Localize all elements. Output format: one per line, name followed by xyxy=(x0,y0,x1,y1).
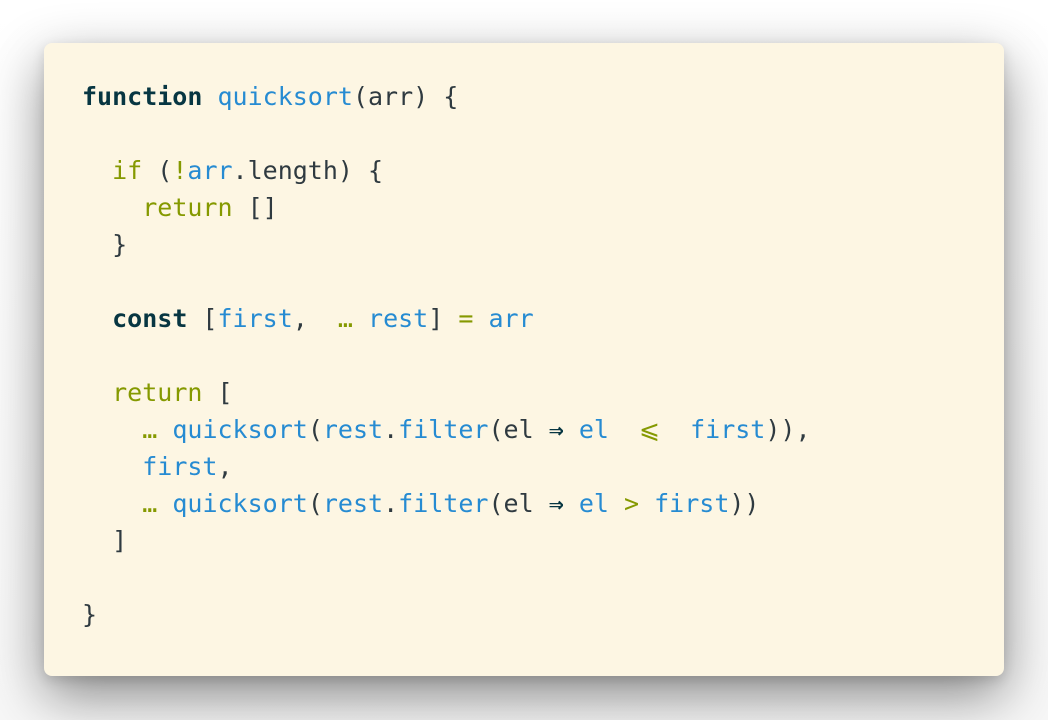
code-line: … quicksort(rest.filter(el ⇒ el > first)… xyxy=(82,485,811,522)
code-token-punc: } xyxy=(82,600,98,629)
code-line: } xyxy=(82,596,811,633)
code-token-punc: )), xyxy=(765,415,811,444)
code-token-fn: quicksort xyxy=(172,489,308,518)
code-token-keyword: const xyxy=(112,304,188,333)
code-token-keyword: ⇒ xyxy=(548,415,564,444)
code-line: return [ xyxy=(82,374,811,411)
code-token-var: first xyxy=(217,304,293,333)
code-token-op: … xyxy=(142,489,158,518)
code-token-op: = xyxy=(458,304,474,333)
code-token-keyword: ⇒ xyxy=(548,489,564,518)
code-token-var: arr xyxy=(488,304,534,333)
code-token-var: arr xyxy=(187,156,233,185)
code-token-var: first xyxy=(142,452,218,481)
code-token-op: ⩽ xyxy=(639,415,660,444)
code-line: if (!arr.length) { xyxy=(82,152,811,189)
code-token-var: rest xyxy=(368,304,429,333)
code-token-var: rest xyxy=(322,489,384,518)
code-token-keyword: function xyxy=(82,82,203,111)
code-token-var: first xyxy=(654,489,730,518)
code-line: first, xyxy=(82,448,811,485)
code-token-punc: (el xyxy=(488,489,549,518)
code-line: return [] xyxy=(82,189,811,226)
code-token-op: … xyxy=(337,304,353,333)
code-token-var: first xyxy=(690,415,766,444)
code-token-punc: ] xyxy=(428,304,459,333)
code-token-punc: [ xyxy=(202,378,233,407)
code-token-control: return xyxy=(142,193,233,222)
code-token-punc: ] xyxy=(82,526,128,555)
code-token-punc: . xyxy=(383,415,399,444)
code-token-control: if xyxy=(112,156,143,185)
code-token-op: > xyxy=(623,489,640,518)
code-token-punc: ( xyxy=(307,415,323,444)
code-token-punc: )) xyxy=(729,489,760,518)
code-token-var: el xyxy=(578,489,609,518)
page: function quicksort(arr) { if (!arr.lengt… xyxy=(0,0,1048,720)
code-line: const [first, … rest] = arr xyxy=(82,300,811,337)
code-token-punc: .length) { xyxy=(232,156,384,185)
code-token-punc: ( xyxy=(142,156,173,185)
code-line: function quicksort(arr) { xyxy=(82,78,811,115)
code-token-punc: [] xyxy=(232,193,278,222)
code-token-fn: filter xyxy=(398,415,489,444)
code-token-punc: , xyxy=(292,304,338,333)
code-line: … quicksort(rest.filter(el ⇒ el ⩽ first)… xyxy=(82,411,811,448)
code-token-op: ! xyxy=(172,156,188,185)
code-line: } xyxy=(82,226,811,263)
code-token-punc: (el xyxy=(488,415,549,444)
code-token-var: rest xyxy=(322,415,384,444)
code-token-fn: quicksort xyxy=(172,415,308,444)
code-card: function quicksort(arr) { if (!arr.lengt… xyxy=(44,43,1004,676)
code-token-punc: ( xyxy=(307,489,323,518)
code-token-punc: } xyxy=(82,230,128,259)
code-token-fn: filter xyxy=(398,489,489,518)
code-token-fn: quicksort xyxy=(217,82,353,111)
code-token-control: return xyxy=(112,378,203,407)
code-token-punc: . xyxy=(383,489,399,518)
code-token-op: … xyxy=(142,415,158,444)
code-line: ] xyxy=(82,522,811,559)
code-block[interactable]: function quicksort(arr) { if (!arr.lengt… xyxy=(82,78,811,633)
code-token-punc: (arr) { xyxy=(352,82,459,111)
code-token-punc: [ xyxy=(187,304,218,333)
code-token-var: el xyxy=(578,415,609,444)
code-token-punc: , xyxy=(217,452,233,481)
